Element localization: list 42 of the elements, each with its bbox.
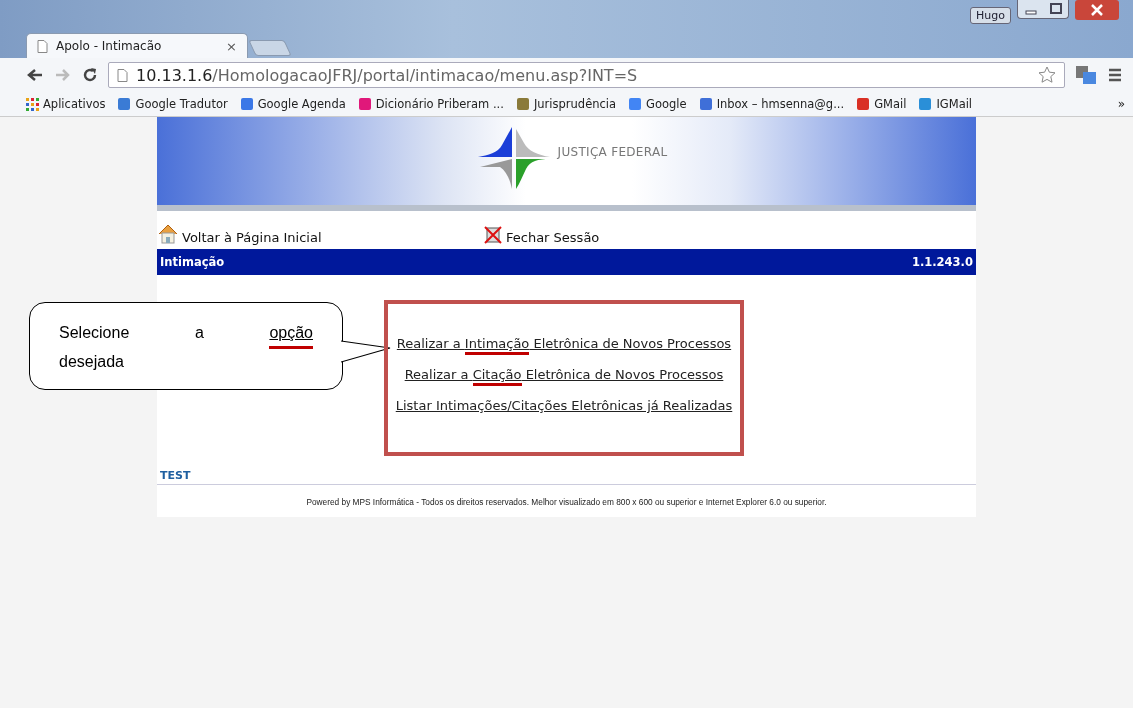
bookmark-icon	[856, 97, 871, 111]
bookmark-icon	[117, 97, 132, 111]
menu-icon[interactable]	[1107, 68, 1123, 82]
environment-label: TEST	[157, 467, 976, 485]
section-title: Intimação	[160, 255, 225, 269]
address-bar[interactable]: 10.13.1.6/HomologacaoJFRJ/portal/intimacao/menu.asp?INT=S	[108, 62, 1065, 88]
bookmark-link[interactable]: GMail	[856, 97, 907, 111]
crossed-out-document-icon	[483, 225, 503, 245]
star-icon[interactable]	[1038, 66, 1056, 84]
bookmark-icon	[357, 97, 372, 111]
translate-icon[interactable]	[1075, 65, 1097, 85]
bookmark-icon	[515, 97, 530, 111]
house-icon	[157, 223, 179, 245]
bookmark-icon	[628, 97, 643, 111]
back-icon[interactable]	[26, 67, 44, 83]
bookmark-link[interactable]: Dicionário Priberam ...	[357, 97, 504, 111]
version-label: 1.1.243.0	[911, 255, 973, 269]
bookmark-icon	[918, 97, 933, 111]
reload-icon[interactable]	[82, 67, 98, 83]
more-bookmarks-button[interactable]: »	[1117, 97, 1125, 111]
bookmark-link[interactable]: Inbox – hmsenna@g...	[698, 97, 845, 111]
bookmark-link[interactable]: Google Tradutor	[117, 97, 228, 111]
bookmark-link[interactable]: Google	[628, 97, 687, 111]
bookmark-link[interactable]: Jurisprudência	[515, 97, 617, 111]
callout-text: Selecione a opção desejada	[59, 320, 313, 374]
grid-icon	[26, 97, 39, 111]
footer-text: Powered by MPS Informática - Todos os direitos reservados. Melhor visualizado em 800 x 600 ou superior e Internet Explorer 6.0 ou superior.	[305, 496, 828, 507]
browser-tab[interactable]: Apolo - Intimacão ×	[26, 33, 248, 58]
banner-title: JUSTIÇA FEDERAL	[557, 145, 668, 159]
nav-link[interactable]: Fechar Sessão	[483, 225, 809, 245]
bookmark-icon	[239, 97, 254, 111]
option-link[interactable]: Listar Intimações/Citações Eletrônicas já Realizadas	[395, 398, 733, 413]
page-icon	[37, 39, 48, 53]
close-tab-button[interactable]: ×	[226, 38, 237, 54]
user-button[interactable]: Hugo	[970, 7, 1011, 24]
page-icon	[117, 68, 128, 82]
bookmark-link[interactable]: Google Agenda	[239, 97, 346, 111]
nav-link[interactable]: Voltar à Página Inicial	[157, 223, 483, 245]
bookmark-icon	[698, 97, 713, 111]
bookmark-link[interactable]: Aplicativos	[26, 97, 106, 111]
bookmark-link[interactable]: IGMail	[918, 97, 973, 111]
close-icon[interactable]	[1075, 0, 1119, 20]
